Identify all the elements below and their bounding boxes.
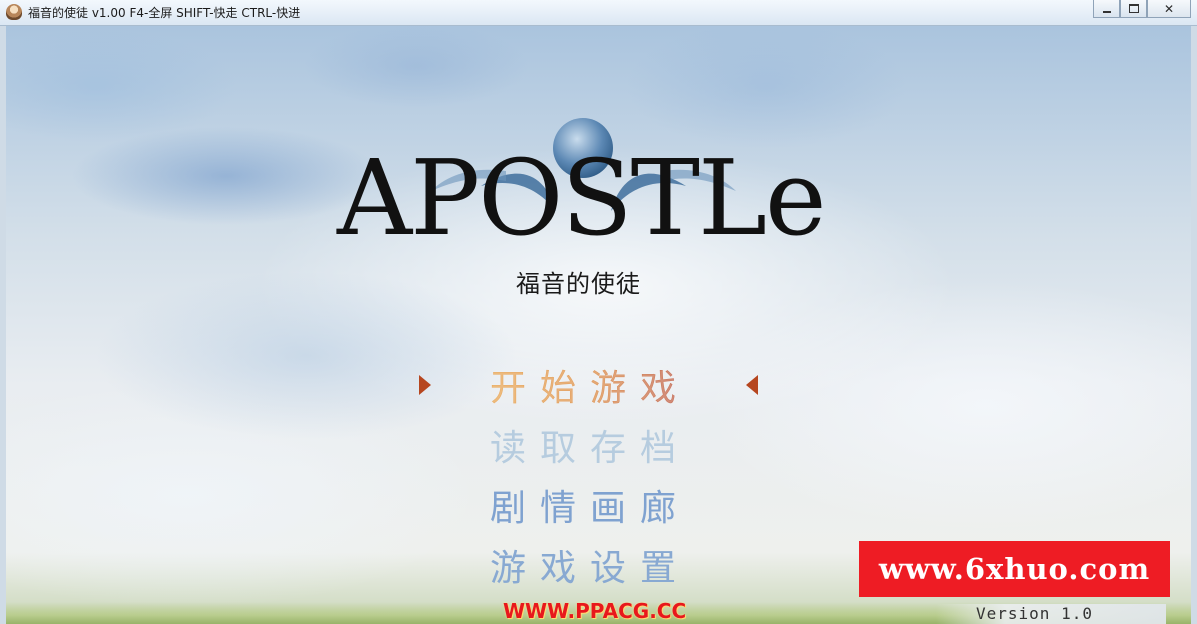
logo-wordmark: APOSTLe <box>337 137 827 259</box>
watermark-text: www.6xhuo.com <box>878 552 1151 586</box>
menu-load-save[interactable]: 读取存档 <box>490 424 710 484</box>
menu-story-gallery[interactable]: 剧情画廊 <box>490 484 710 544</box>
version-bar: Version 1.0 <box>936 604 1166 624</box>
close-button[interactable]: ✕ <box>1147 0 1191 18</box>
app-icon <box>6 4 22 20</box>
menu-start-game[interactable]: 开始游戏 <box>490 364 710 424</box>
window-titlebar: 福音的使徒 v1.00 F4-全屏 SHIFT-快走 CTRL-快进 ✕ <box>0 0 1197 26</box>
menu-cursor-left-icon <box>419 375 431 395</box>
menu-game-settings[interactable]: 游戏设置 <box>490 544 710 604</box>
window-title: 福音的使徒 v1.00 F4-全屏 SHIFT-快走 CTRL-快进 <box>28 6 301 20</box>
minimize-button[interactable] <box>1093 0 1120 18</box>
close-icon: ✕ <box>1163 1 1175 16</box>
version-label: Version 1.0 <box>976 604 1093 623</box>
maximize-button[interactable] <box>1120 0 1147 18</box>
window-controls: ✕ <box>1093 0 1191 19</box>
logo-subtitle: 福音的使徒 <box>516 270 641 298</box>
game-logo: APOSTLe <box>331 116 841 276</box>
watermark-banner: www.6xhuo.com <box>859 541 1170 597</box>
game-canvas[interactable]: APOSTLe 福音的使徒 开始游戏 读取存档 剧情画廊 游戏设置 www.6x… <box>6 26 1191 624</box>
menu-cursor-right-icon <box>746 375 758 395</box>
maximize-icon <box>1128 4 1139 13</box>
site-stamp: WWW.PPACG.CC <box>503 599 687 623</box>
title-menu: 开始游戏 读取存档 剧情画廊 游戏设置 <box>490 364 710 604</box>
minimize-icon <box>1102 10 1111 13</box>
